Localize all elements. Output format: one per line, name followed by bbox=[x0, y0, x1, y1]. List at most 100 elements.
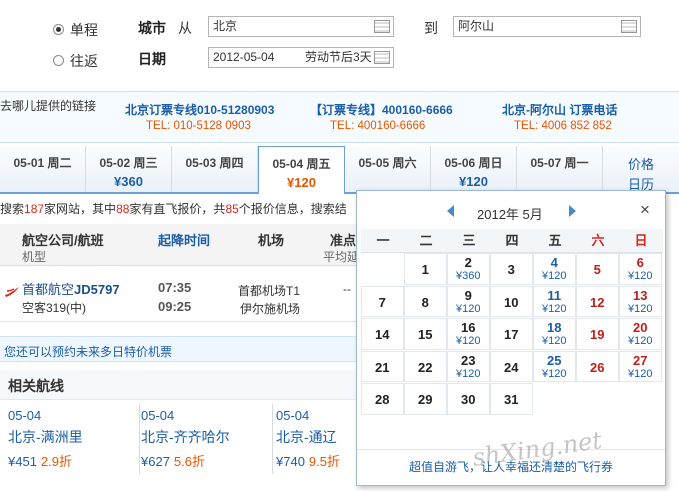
date-input[interactable]: 2012-05-04 劳动节后3天 bbox=[208, 47, 394, 68]
to-city-input[interactable]: 阿尔山 bbox=[453, 16, 641, 37]
day-number: 20 bbox=[633, 320, 648, 335]
aircraft-type: 空客319(中) bbox=[22, 301, 87, 315]
source-link-label[interactable]: 去哪儿提供的链接 bbox=[0, 97, 96, 114]
calendar-day[interactable]: 2 ¥360 bbox=[447, 253, 490, 285]
day-price: ¥120 bbox=[542, 335, 567, 347]
tab-price: ¥360 bbox=[114, 174, 143, 189]
flight-number[interactable]: JD5797 bbox=[74, 282, 120, 297]
date-tab-active[interactable]: 05-04 周五 ¥120 bbox=[258, 146, 345, 195]
calendar-day[interactable]: 24 bbox=[490, 350, 533, 382]
date-tab[interactable]: 05-01 周二 bbox=[0, 146, 86, 192]
prev-month-icon[interactable] bbox=[447, 205, 454, 217]
hotline-title[interactable]: 北京-阿尔山 订票电话 bbox=[502, 101, 617, 118]
city-picker-icon[interactable] bbox=[374, 20, 390, 33]
route-discount: 9.5折 bbox=[308, 454, 340, 469]
calendar-day[interactable]: 8 bbox=[404, 285, 447, 317]
day-number: 6 bbox=[636, 255, 644, 270]
promo-link[interactable]: 您还可以预约未来多日特价机票 bbox=[4, 343, 172, 360]
calendar-day[interactable]: 28 bbox=[361, 383, 404, 415]
summary-count: 88 bbox=[116, 202, 130, 216]
route-price: ¥451 bbox=[8, 454, 37, 469]
calendar-day[interactable]: 4 ¥120 bbox=[533, 253, 576, 285]
hotline-title[interactable]: 【订票专线】400160-6666 bbox=[310, 101, 453, 118]
date-tab[interactable]: 05-07 周一 bbox=[517, 146, 603, 192]
date-tab[interactable]: 05-05 周六 bbox=[345, 146, 431, 192]
calendar-day[interactable]: 20 ¥120 bbox=[619, 318, 662, 350]
promo-bar[interactable]: 您还可以预约未来多日特价机票 bbox=[0, 336, 360, 362]
date-tab[interactable]: 05-06 周日 ¥120 bbox=[431, 146, 517, 192]
day-price: ¥120 bbox=[628, 302, 653, 315]
day-price: ¥120 bbox=[542, 270, 567, 282]
calendar-day[interactable]: 3 bbox=[490, 253, 533, 285]
day-number: 23 bbox=[461, 352, 476, 368]
calendar-day[interactable]: 14 bbox=[361, 318, 404, 350]
route-discount: 2.9折 bbox=[40, 454, 72, 469]
calendar-day[interactable]: 29 bbox=[404, 383, 447, 415]
tab-price: ¥120 bbox=[459, 174, 488, 189]
route-name[interactable]: 北京-满洲里 bbox=[8, 427, 139, 447]
summary-text: 搜索 bbox=[0, 202, 25, 216]
calendar-day[interactable]: 26 bbox=[576, 350, 619, 382]
city-picker-icon[interactable] bbox=[621, 20, 637, 33]
calendar-day[interactable]: 1 bbox=[404, 253, 447, 285]
next-month-icon[interactable] bbox=[569, 205, 576, 217]
col-ontime-sub: 平均延 bbox=[323, 250, 360, 264]
route-name[interactable]: 北京-齐齐哈尔 bbox=[141, 427, 272, 447]
flight-row[interactable]: 首都航空JD5797 空客319(中) 07:35 09:25 首都机场T1 伊… bbox=[0, 268, 360, 322]
calendar-day[interactable]: 15 bbox=[404, 318, 447, 350]
price-calendar-link[interactable]: 价格 日历 bbox=[603, 146, 679, 192]
col-airport: 机场 bbox=[258, 233, 285, 248]
hotline-title[interactable]: 北京订票专线010-51280903 bbox=[125, 101, 274, 118]
calendar-icon[interactable] bbox=[374, 51, 390, 64]
related-route-card[interactable]: 05-04 北京-齐齐哈尔 ¥627 5.6折 bbox=[141, 404, 273, 474]
calendar-day[interactable]: 11 ¥120 bbox=[533, 285, 576, 317]
col-ontime: 准点 bbox=[330, 233, 357, 248]
close-icon[interactable]: × bbox=[640, 200, 650, 220]
calendar-day[interactable]: 18 ¥120 bbox=[533, 318, 576, 350]
weekday-label: 五 bbox=[533, 229, 577, 253]
calendar-day[interactable]: 22 bbox=[404, 350, 447, 382]
calendar-header: 2012年 5月 × bbox=[357, 191, 665, 231]
calendar-day[interactable]: 5 bbox=[576, 253, 619, 285]
weekday-label: 二 bbox=[404, 229, 448, 253]
calendar-day[interactable]: 9 ¥120 bbox=[447, 285, 490, 317]
col-times[interactable]: 起降时间 bbox=[158, 230, 210, 249]
calendar-day[interactable]: 30 bbox=[447, 383, 490, 415]
airline-name: 首都航空 bbox=[22, 282, 75, 297]
calendar-day[interactable]: 12 bbox=[576, 285, 619, 317]
day-number: 1 bbox=[421, 262, 429, 277]
calendar-day[interactable]: 25 ¥120 bbox=[533, 350, 576, 382]
tab-date: 05-02 周三 bbox=[99, 156, 158, 170]
day-price: ¥120 bbox=[456, 335, 481, 347]
weekday-label: 四 bbox=[490, 229, 534, 253]
day-number: 13 bbox=[633, 287, 648, 303]
calendar-day[interactable]: 21 bbox=[361, 350, 404, 382]
calendar-day[interactable]: 23 ¥120 bbox=[447, 350, 490, 382]
day-number: 25 bbox=[547, 352, 562, 368]
calendar-day[interactable]: 10 bbox=[490, 285, 533, 317]
tab-price: ¥120 bbox=[287, 175, 316, 190]
route-date: 05-04 bbox=[8, 408, 42, 423]
tab-date: 05-01 周二 bbox=[13, 156, 72, 170]
calendar-day[interactable]: 17 bbox=[490, 318, 533, 350]
day-number: 15 bbox=[418, 327, 433, 342]
departure-time: 07:35 bbox=[158, 280, 192, 295]
summary-text: 家有直飞报价，共 bbox=[129, 202, 226, 216]
related-route-card[interactable]: 05-04 北京-满洲里 ¥451 2.9折 bbox=[8, 404, 140, 474]
route-price: ¥627 bbox=[141, 454, 170, 469]
return-radio[interactable] bbox=[53, 55, 64, 66]
calendar-day[interactable]: 27 ¥120 bbox=[619, 350, 662, 382]
day-number: 18 bbox=[547, 320, 562, 335]
calendar-day[interactable]: 13 ¥120 bbox=[619, 285, 662, 317]
date-tab[interactable]: 05-03 周四 bbox=[172, 146, 258, 192]
calendar-day[interactable]: 16 ¥120 bbox=[447, 318, 490, 350]
oneway-radio[interactable] bbox=[53, 24, 64, 35]
calendar-day[interactable]: 31 bbox=[490, 383, 533, 415]
calendar-day[interactable]: 19 bbox=[576, 318, 619, 350]
calendar-day[interactable]: 7 bbox=[361, 285, 404, 317]
weekday-label: 六 bbox=[576, 229, 620, 253]
from-city-input[interactable]: 北京 bbox=[208, 16, 394, 37]
date-tab[interactable]: 05-02 周三 ¥360 bbox=[86, 146, 172, 192]
day-number: 30 bbox=[461, 392, 476, 407]
calendar-day[interactable]: 6 ¥120 bbox=[619, 253, 662, 285]
